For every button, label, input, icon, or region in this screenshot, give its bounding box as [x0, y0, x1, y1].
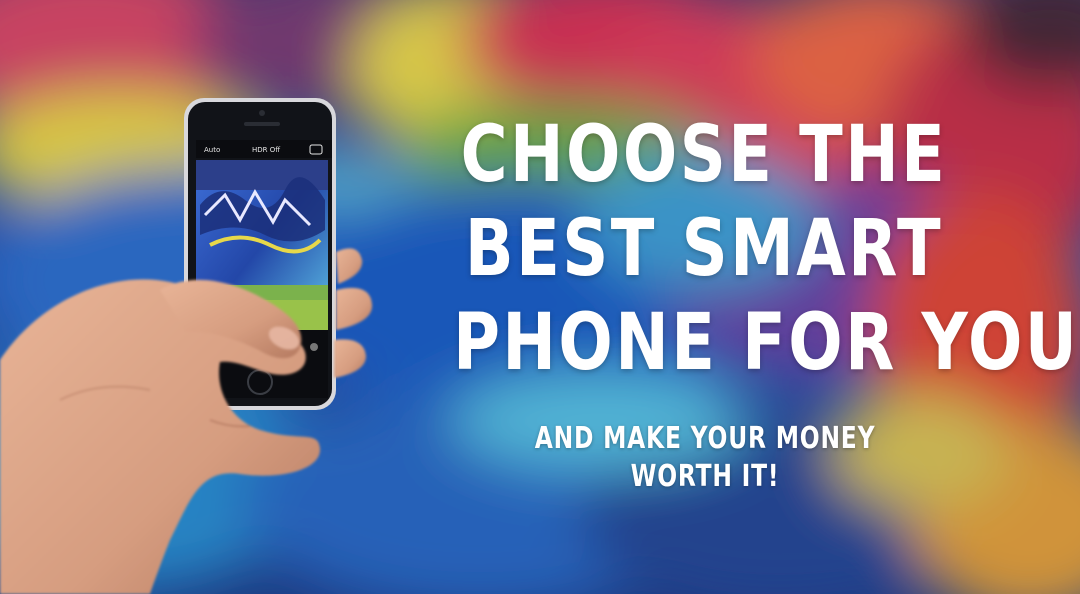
phone-hdr-label: HDR Off	[252, 146, 280, 154]
headline: CHOOSE THE BEST SMART PHONE FOR YOU!	[453, 108, 1080, 390]
headline-line-3: PHONE FOR YOU!	[453, 298, 1080, 388]
headline-line-1: CHOOSE THE	[460, 110, 948, 200]
hand-holding-phone: Auto HDR Off	[0, 98, 373, 594]
subline: AND MAKE YOUR MONEY WORTH IT!	[534, 421, 876, 494]
phone-flash-label: Auto	[204, 146, 220, 154]
promo-banner: Auto HDR Off CHOOSE THE BEST SMART PHONE…	[0, 0, 1080, 594]
headline-line-2: BEST SMART	[464, 204, 944, 294]
